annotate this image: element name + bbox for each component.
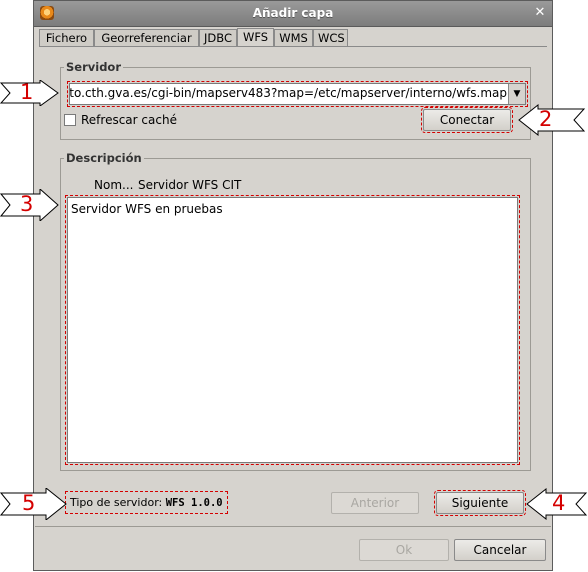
tab-wms[interactable]: WMS <box>274 29 313 46</box>
server-name-label: Nom... <box>94 178 134 192</box>
layer-source-tabs: Fichero Georreferenciar JDBC WFS WMS WCS <box>39 28 549 47</box>
footer-separator <box>35 526 551 527</box>
server-type-label: Tipo de servidor: <box>70 496 163 509</box>
chevron-down-icon[interactable]: ▼ <box>508 84 525 104</box>
tab-wfs[interactable]: WFS <box>237 28 274 47</box>
refresh-cache-label: Refrescar caché <box>81 113 177 127</box>
ok-button[interactable]: Ok <box>359 539 449 561</box>
next-button[interactable]: Siguiente <box>434 490 526 516</box>
server-type-value: WFS 1.0.0 <box>165 497 223 509</box>
add-layer-dialog: Añadir capa ✕ Fichero Georreferenciar JD… <box>33 0 553 571</box>
cancel-button[interactable]: Cancelar <box>454 539 546 561</box>
previous-button[interactable]: Anterior <box>331 492 419 514</box>
server-name-value: Servidor WFS CIT <box>138 178 242 192</box>
callout-number-5: 5 <box>22 491 36 515</box>
description-group-title: Descripción <box>64 151 144 165</box>
server-url-text: http://orto.cth.gva.es/cgi-bin/mapserv48… <box>70 86 507 100</box>
callout-number-4: 4 <box>552 491 566 515</box>
callout-number-1: 1 <box>20 80 34 104</box>
callout-number-3: 3 <box>20 192 34 216</box>
tab-separator <box>39 46 547 47</box>
tab-fichero[interactable]: Fichero <box>39 29 94 46</box>
connect-button[interactable]: Conectar <box>421 107 513 133</box>
dialog-title: Añadir capa <box>252 6 334 20</box>
server-group-title: Servidor <box>64 60 123 74</box>
tab-jdbc[interactable]: JDBC <box>199 29 237 46</box>
description-textarea[interactable]: Servidor WFS en pruebas <box>65 195 520 465</box>
close-icon[interactable]: ✕ <box>532 5 548 21</box>
title-bar[interactable]: Añadir capa ✕ <box>34 1 552 27</box>
server-type-indicator: Tipo de servidor: WFS 1.0.0 <box>65 491 228 514</box>
refresh-cache-checkbox[interactable] <box>64 114 76 126</box>
callout-number-2: 2 <box>539 107 553 131</box>
tab-wcs[interactable]: WCS <box>313 29 348 46</box>
tab-georreferenciar[interactable]: Georreferenciar <box>94 29 199 46</box>
server-url-combo[interactable]: http://orto.cth.gva.es/cgi-bin/mapserv48… <box>67 81 528 107</box>
